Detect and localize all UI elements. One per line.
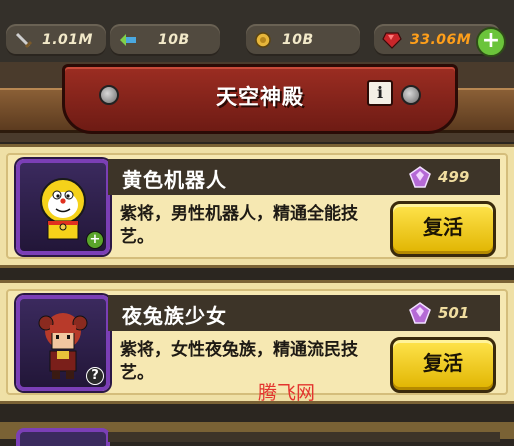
bolt-icon	[401, 85, 421, 105]
coin-icon	[255, 32, 271, 48]
hero-description: 紫将，男性机器人，精通全能技艺。	[120, 204, 358, 247]
hero-portrait[interactable]: ?	[16, 295, 110, 391]
revive-button[interactable]: 复活	[390, 337, 496, 393]
unknown-badge-icon: ?	[86, 367, 104, 385]
attack-value: 1.01M	[42, 32, 93, 48]
revive-button-label: 复活	[423, 351, 463, 375]
gold-resource: 10B	[246, 24, 360, 56]
gem-value: 33.06M	[410, 32, 472, 48]
exp-resource: 10B	[110, 24, 220, 56]
hero-portrait	[16, 428, 110, 446]
exp-icon	[120, 34, 136, 46]
add-gems-button[interactable]: +	[476, 27, 506, 57]
hero-name-bar: 黄色机器人 499	[108, 159, 500, 195]
page-header: 天空神殿 i	[0, 62, 514, 142]
watermark: 腾飞网	[258, 382, 316, 404]
attack-resource: 1.01M	[6, 24, 106, 56]
sword-icon	[15, 32, 33, 49]
purple-gem-icon	[409, 166, 431, 188]
hero-portrait[interactable]: +	[16, 159, 110, 255]
hero-card: ? 夜兔族少女 501 紫将，女性夜兔族，精通流民技艺。 复活	[0, 280, 514, 404]
hero-name: 夜兔族少女	[122, 304, 227, 328]
hero-description: 紫将，女性夜兔族，精通流民技艺。	[120, 340, 358, 383]
hero-name: 黄色机器人	[122, 168, 227, 192]
hero-card: + 黄色机器人 499 紫将，男性机器人，精通全能技艺。 复活	[0, 144, 514, 268]
next-hero-card-partial	[0, 422, 514, 446]
gold-value: 10B	[282, 32, 314, 48]
info-button[interactable]: i	[367, 80, 393, 106]
red-gem-icon	[382, 32, 402, 49]
purple-gem-icon	[409, 302, 431, 324]
add-badge-icon: +	[86, 231, 104, 249]
hero-name-bar	[108, 432, 500, 442]
gem-resource: 33.06M +	[374, 24, 506, 57]
revive-cost: 499	[438, 168, 470, 186]
revive-cost: 501	[438, 304, 470, 322]
exp-value: 10B	[158, 32, 190, 48]
revive-button-label: 复活	[423, 215, 463, 239]
hero-name-bar: 夜兔族少女 501	[108, 295, 500, 331]
revive-button[interactable]: 复活	[390, 201, 496, 257]
resource-bar: 1.01M 10B 10B 33.06M +	[0, 0, 514, 68]
page-title: 天空神殿	[216, 85, 304, 109]
title-banner: 天空神殿 i	[62, 64, 458, 134]
